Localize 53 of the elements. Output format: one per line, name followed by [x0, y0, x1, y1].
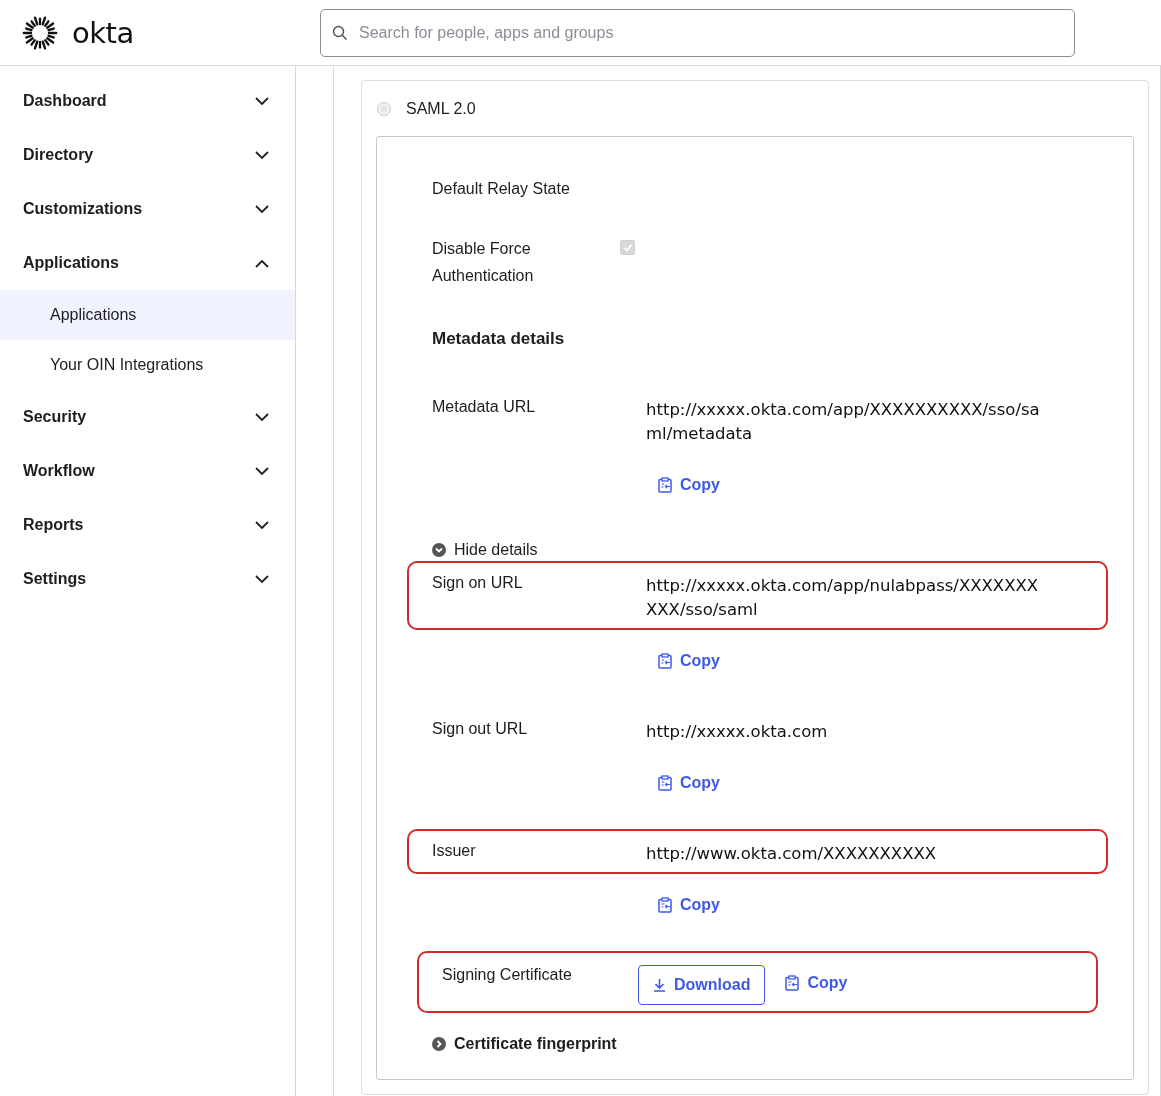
nav-item[interactable]: Directory [0, 128, 295, 182]
search-icon [332, 24, 348, 41]
field-label: Default Relay State [432, 179, 571, 199]
field-label: Sign on URL [432, 573, 524, 593]
download-button[interactable]: Download [638, 965, 766, 1005]
field-label: Disable Force Authentication [432, 239, 535, 286]
copy-link[interactable]: Copy [658, 896, 720, 914]
chevron-icon [255, 412, 269, 422]
field-value: http://www.okta.com/XXXXXXXXXX [646, 843, 938, 865]
chevron-icon [255, 574, 269, 584]
chevron-icon [255, 520, 269, 530]
chevron-icon [255, 96, 269, 106]
clipboard-icon [658, 775, 672, 791]
chevron-circle-icon [432, 1037, 446, 1051]
logo-icon [22, 14, 58, 51]
chevron-icon [255, 150, 269, 160]
nav-item[interactable]: Settings [0, 552, 295, 606]
field-label: Issuer [432, 841, 477, 861]
chevron-icon [255, 258, 269, 268]
nav-item[interactable]: Workflow [0, 444, 295, 498]
copy-link[interactable]: Copy [785, 974, 848, 992]
radio-button[interactable] [377, 101, 391, 116]
clipboard-icon [658, 477, 672, 493]
section-heading: Metadata details [431, 329, 566, 349]
checkmark-icon [622, 242, 633, 253]
field-value: http://xxxxx.okta.com [646, 721, 829, 743]
nav-subitem[interactable]: Your OIN Integrations [0, 340, 295, 390]
field-label: Sign out URL [432, 719, 529, 739]
chevron-circle-icon [432, 543, 446, 557]
field-value: http://xxxxx.okta.com/app/XXXXXXXXXX/sso/saml/metadata [646, 399, 1041, 445]
chevron-icon [255, 204, 269, 214]
field-label: Signing Certificate [442, 965, 573, 985]
option-label: SAML 2.0 [406, 99, 476, 118]
nav-item[interactable]: Applications [0, 236, 295, 290]
field-value: http://xxxxx.okta.com/app/nulabpass/XXXXXXXXXX/sso/saml [646, 575, 1040, 621]
download-icon [653, 978, 666, 992]
nav-item[interactable]: Reports [0, 498, 295, 552]
logo-text: okta [72, 15, 134, 50]
nav-item[interactable]: Customizations [0, 182, 295, 236]
field-label: Metadata URL [432, 397, 537, 417]
nav-item[interactable]: Security [0, 390, 295, 444]
copy-link[interactable]: Copy [658, 476, 720, 494]
clipboard-icon [658, 653, 672, 669]
copy-link[interactable]: Copy [658, 774, 720, 792]
chevron-icon [255, 466, 269, 476]
search-field[interactable]: Search for people, apps and groups [320, 8, 1075, 57]
copy-link[interactable]: Copy [658, 652, 720, 670]
nav-item[interactable]: Dashboard [0, 74, 295, 128]
nav-subitem[interactable]: Applications [0, 290, 295, 340]
clipboard-icon [785, 975, 800, 991]
details-toggle[interactable]: Hide details [432, 541, 538, 559]
details-toggle[interactable]: Certificate fingerprint [432, 1035, 617, 1053]
clipboard-icon [658, 897, 672, 913]
